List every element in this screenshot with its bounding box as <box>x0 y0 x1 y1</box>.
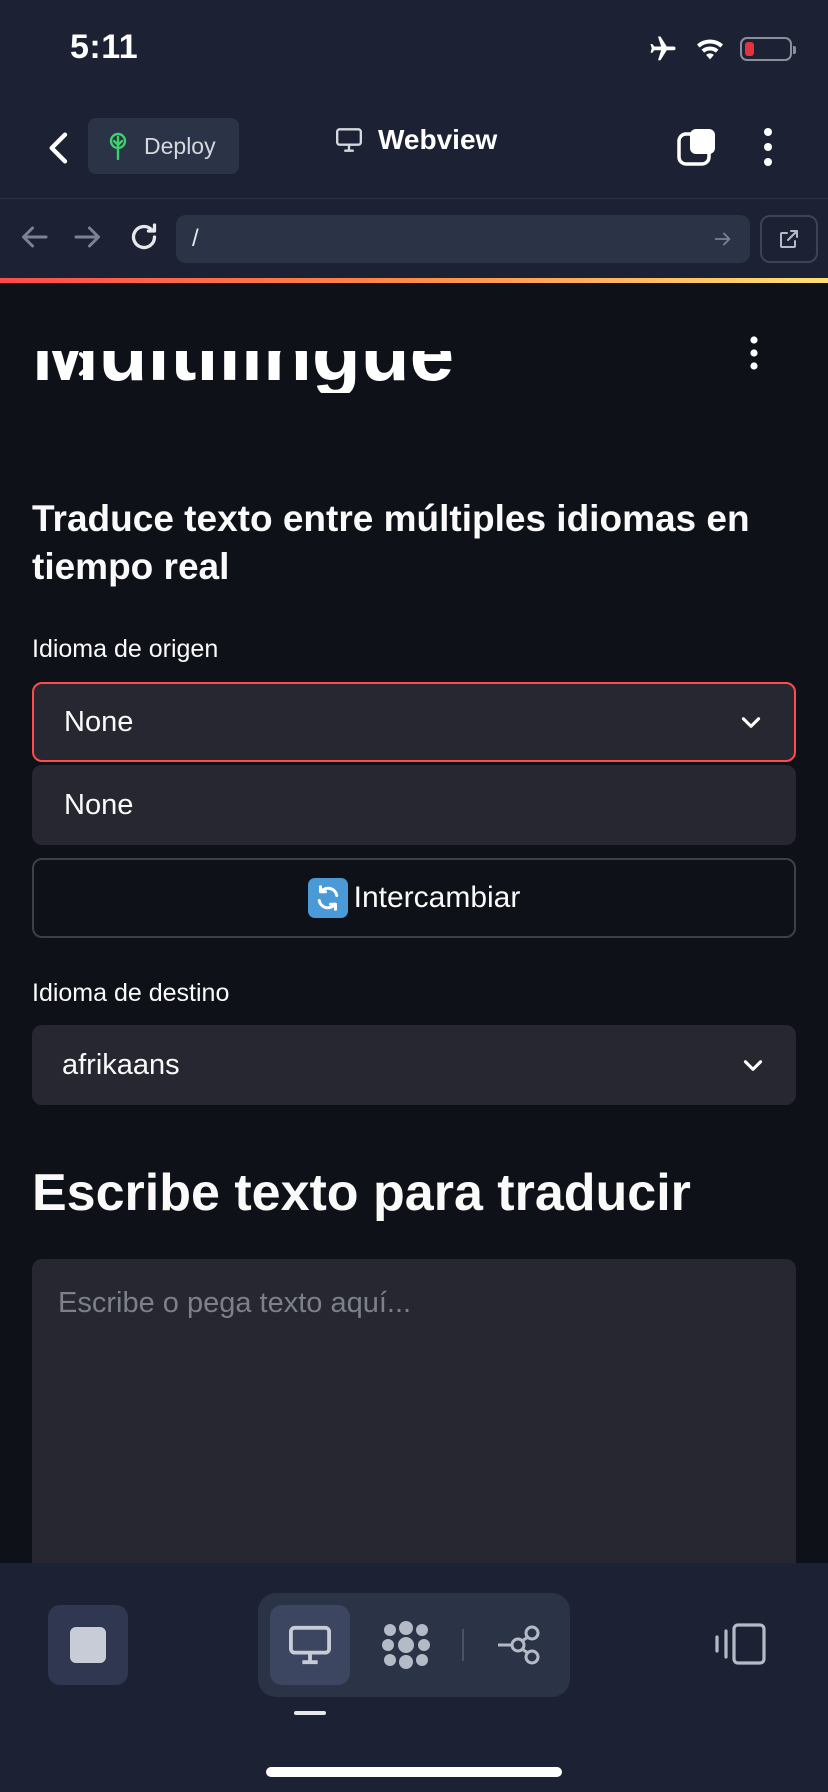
browser-forward-icon[interactable] <box>70 219 106 255</box>
monitor-icon <box>289 1625 331 1665</box>
dropdown-option[interactable]: None <box>32 765 796 845</box>
external-link-icon <box>780 230 798 248</box>
target-language-value: afrikaans <box>62 1048 180 1081</box>
more-options-icon[interactable] <box>758 126 778 168</box>
target-language-select[interactable]: afrikaans <box>32 1025 796 1105</box>
branch-icon <box>498 1625 540 1665</box>
agent-tab[interactable] <box>366 1605 446 1685</box>
source-language-label: Idioma de origen <box>32 635 219 663</box>
source-language-select[interactable]: None <box>32 682 796 762</box>
workflow-tab[interactable] <box>478 1605 558 1685</box>
home-indicator <box>266 1767 562 1777</box>
battery-icon <box>740 37 796 61</box>
app-chrome: 5:11 Deploy Webview / <box>0 0 828 278</box>
swap-languages-button[interactable]: Intercambiar <box>32 858 796 938</box>
url-text: / <box>192 225 199 252</box>
reload-icon[interactable] <box>126 219 162 255</box>
back-chevron-icon[interactable] <box>40 128 80 168</box>
browser-back-icon[interactable] <box>16 219 52 255</box>
url-input[interactable]: / <box>176 215 750 263</box>
status-time: 5:11 <box>70 28 139 66</box>
page-subtitle: Traduce texto entre múltiples idiomas en… <box>32 498 750 587</box>
sidebar-expand-icon[interactable] <box>68 347 102 381</box>
bottom-toolbar <box>0 1563 828 1792</box>
translation-input-placeholder: Escribe o pega texto aquí... <box>58 1287 412 1319</box>
chevron-down-icon <box>743 1060 763 1071</box>
go-arrow-icon[interactable] <box>712 228 734 250</box>
swap-label: Intercambiar <box>353 881 521 914</box>
stop-icon <box>70 1627 106 1663</box>
stop-button[interactable] <box>48 1605 128 1685</box>
webview-content: Multilingüe Traduce texto entre múltiple… <box>0 283 828 1563</box>
webview-title: Webview <box>334 124 497 156</box>
input-section-heading: Escribe texto para traducir <box>32 1164 691 1222</box>
deploy-button[interactable]: Deploy <box>88 118 239 174</box>
tree-icon <box>109 132 127 160</box>
app-menu-icon[interactable] <box>742 333 766 373</box>
status-icons <box>646 34 796 64</box>
dots-grid-icon <box>382 1621 430 1669</box>
side-panel-icon[interactable] <box>712 1619 768 1669</box>
webview-tab[interactable] <box>270 1605 350 1685</box>
source-language-value: None <box>64 705 134 738</box>
translation-input[interactable]: Escribe o pega texto aquí... <box>32 1259 796 1563</box>
airplane-icon <box>650 36 676 61</box>
chevron-down-icon <box>741 717 761 728</box>
view-switcher <box>258 1593 570 1697</box>
wifi-icon <box>697 39 723 60</box>
target-language-label: Idioma de destino <box>32 979 230 1007</box>
deploy-label: Deploy <box>144 132 216 159</box>
swap-arrows-icon <box>307 878 348 918</box>
monitor-icon <box>336 128 362 152</box>
webview-title-text: Webview <box>378 124 498 155</box>
segment-divider <box>462 1629 464 1661</box>
open-external-button[interactable] <box>760 215 818 263</box>
active-tab-indicator <box>294 1711 326 1715</box>
tabs-icon[interactable] <box>676 126 718 168</box>
